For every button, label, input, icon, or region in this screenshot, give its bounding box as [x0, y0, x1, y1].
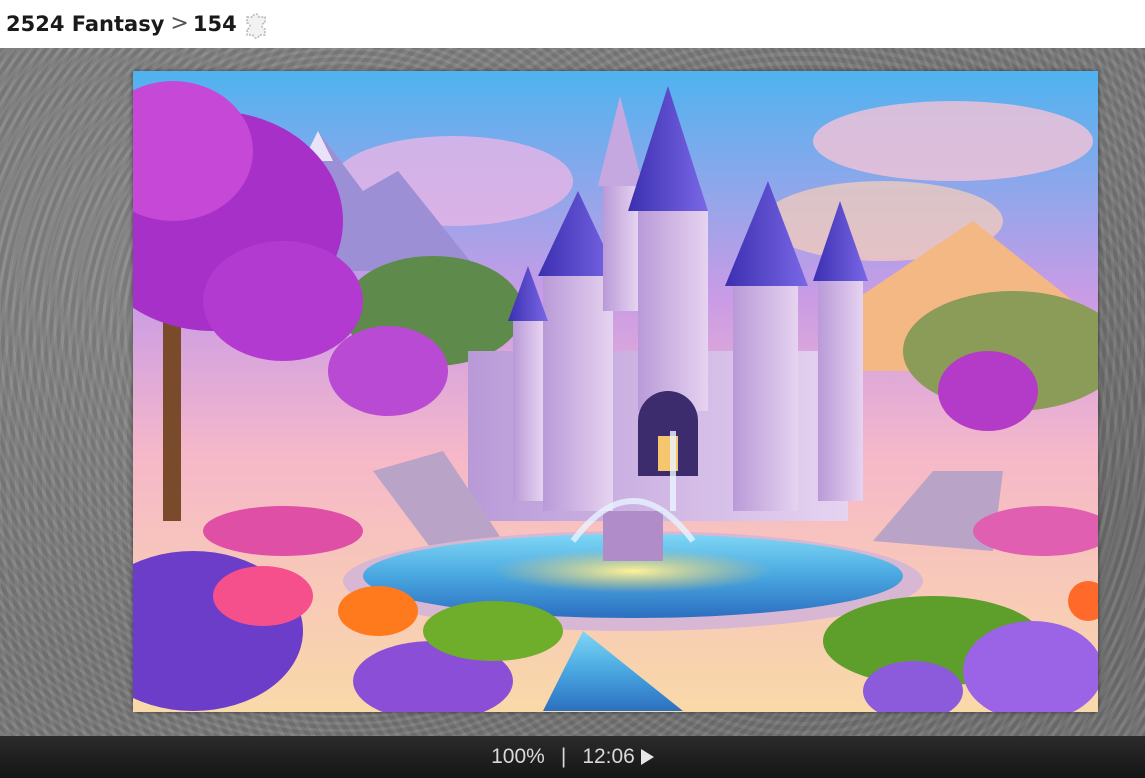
- status-bar: 100% | 12:06: [0, 736, 1145, 778]
- puzzle-piece-icon[interactable]: [243, 9, 273, 39]
- breadcrumb-category[interactable]: 2524 Fantasy: [6, 12, 164, 36]
- puzzle-image[interactable]: [133, 71, 1098, 712]
- chevron-right-icon: >: [170, 10, 189, 36]
- breadcrumb: 2524 Fantasy > 154: [0, 0, 1145, 48]
- play-icon[interactable]: [640, 749, 654, 765]
- timer-value: 12:06: [582, 745, 635, 768]
- progress-percent: 100%: [491, 745, 545, 768]
- breadcrumb-puzzle-number: 154: [192, 12, 237, 36]
- status-divider: |: [560, 745, 567, 768]
- puzzle-board[interactable]: [0, 48, 1145, 736]
